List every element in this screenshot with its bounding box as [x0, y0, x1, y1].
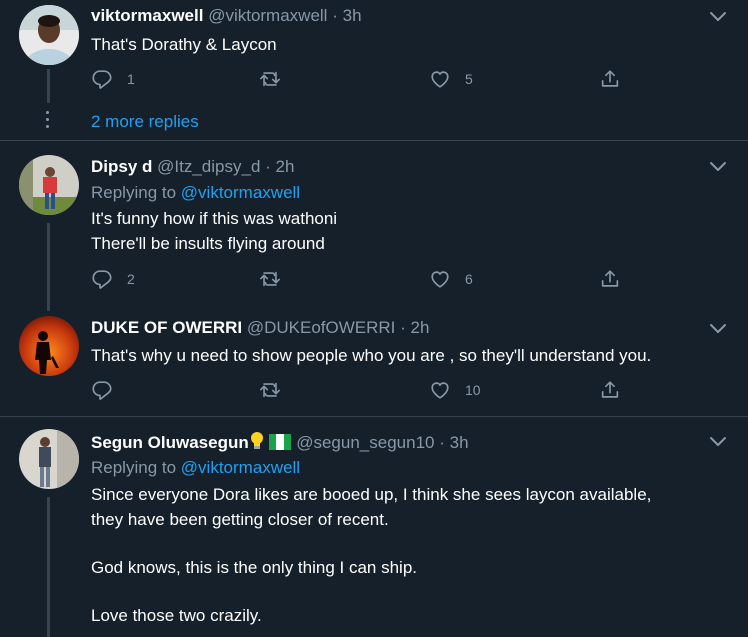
retweet-icon	[259, 268, 281, 290]
tweet-text: That's why u need to show people who you…	[91, 343, 651, 368]
bulb-emoji	[250, 432, 263, 449]
replying-to-mention[interactable]: @viktormaxwell	[181, 183, 300, 202]
share-button[interactable]	[599, 68, 621, 90]
like-count: 5	[465, 71, 473, 87]
like-icon	[429, 379, 451, 401]
more-replies-link[interactable]: 2 more replies	[91, 112, 199, 132]
like-button[interactable]: 5	[429, 68, 473, 90]
replying-to: Replying to @viktormaxwell	[91, 458, 300, 478]
tweet-line: they have been getting closer of recent.	[91, 510, 389, 529]
like-count: 6	[465, 271, 473, 287]
tweet-line: Love those two crazily.	[91, 606, 262, 625]
tweet-text: That's Dorathy & Laycon	[91, 32, 277, 57]
tweet-time[interactable]: 2h	[276, 157, 295, 176]
tweet-viktormaxwell[interactable]: viktormaxwell @viktormaxwell · 3h That's…	[0, 0, 748, 140]
like-button[interactable]: 6	[429, 268, 473, 290]
tweet-line: There'll be insults flying around	[91, 234, 325, 253]
avatar[interactable]	[19, 155, 79, 215]
thread-line	[47, 69, 50, 103]
tweet-dipsy-d[interactable]: Dipsy d @Itz_dipsy_d · 2h Replying to @v…	[0, 141, 748, 311]
reply-button[interactable]	[91, 379, 127, 401]
tweet-header: Segun Oluwasegun @segun_segun10 · 3h	[91, 431, 469, 453]
like-button[interactable]: 10	[429, 379, 481, 401]
author-name[interactable]: viktormaxwell	[91, 6, 203, 25]
share-icon	[599, 68, 621, 90]
avatar[interactable]	[19, 5, 79, 65]
tweet-time[interactable]: 3h	[450, 433, 469, 452]
chevron-down-icon[interactable]	[709, 436, 727, 448]
replying-to-mention[interactable]: @viktormaxwell	[181, 458, 300, 477]
tweet-header: viktormaxwell @viktormaxwell · 3h	[91, 6, 362, 26]
tweet-text: Since everyone Dora likes are booed up, …	[91, 482, 651, 628]
tweet-time[interactable]: 2h	[411, 318, 430, 337]
author-handle[interactable]: @viktormaxwell	[208, 6, 327, 25]
tweet-line: It's funny how if this was wathoni	[91, 209, 338, 228]
thread-more-dots	[46, 111, 50, 132]
chevron-down-icon[interactable]	[709, 161, 727, 173]
retweet-icon	[259, 68, 281, 90]
avatar[interactable]	[19, 316, 79, 376]
tweet-line: Since everyone Dora likes are booed up, …	[91, 485, 652, 504]
tweet-line: That's Dorathy & Laycon	[91, 35, 277, 54]
replying-to: Replying to @viktormaxwell	[91, 183, 300, 203]
author-name[interactable]: Segun Oluwasegun	[91, 433, 249, 452]
separator-dot: ·	[439, 433, 445, 452]
share-icon	[599, 268, 621, 290]
tweet-header: DUKE OF OWERRI @DUKEofOWERRI · 2h	[91, 318, 429, 338]
like-icon	[429, 268, 451, 290]
author-handle[interactable]: @Itz_dipsy_d	[157, 157, 260, 176]
nigeria-flag-emoji	[269, 434, 292, 450]
share-button[interactable]	[599, 268, 621, 290]
tweet-duke-of-owerri[interactable]: DUKE OF OWERRI @DUKEofOWERRI · 2h That's…	[0, 311, 748, 415]
author-handle[interactable]: @DUKEofOWERRI	[247, 318, 396, 337]
reply-count: 2	[127, 271, 135, 287]
reply-icon	[91, 379, 113, 401]
author-name[interactable]: Dipsy d	[91, 157, 152, 176]
reply-button[interactable]: 1	[91, 68, 135, 90]
tweet-actions: 10	[91, 379, 631, 403]
thread-line	[47, 223, 50, 311]
chevron-down-icon[interactable]	[709, 11, 727, 23]
reply-icon	[91, 268, 113, 290]
replying-to-label: Replying to	[91, 183, 177, 202]
tweet-text: It's funny how if this was wathoni There'…	[91, 206, 337, 256]
retweet-button[interactable]	[259, 268, 295, 290]
author-handle[interactable]: @segun_segun10	[296, 433, 434, 452]
reply-icon	[91, 68, 113, 90]
retweet-button[interactable]	[259, 68, 295, 90]
avatar[interactable]	[19, 429, 79, 489]
tweet-actions: 1 5	[91, 68, 631, 92]
author-name[interactable]: DUKE OF OWERRI	[91, 318, 242, 337]
tweet-line: That's why u need to show people who you…	[91, 346, 652, 365]
separator-dot: ·	[265, 157, 271, 176]
retweet-icon	[259, 379, 281, 401]
tweet-header: Dipsy d @Itz_dipsy_d · 2h	[91, 157, 294, 177]
chevron-down-icon[interactable]	[709, 323, 727, 335]
reply-button[interactable]: 2	[91, 268, 135, 290]
thread-line	[47, 497, 50, 637]
tweet-time[interactable]: 3h	[343, 6, 362, 25]
separator-dot: ·	[400, 318, 406, 337]
reply-count: 1	[127, 71, 135, 87]
share-icon	[599, 379, 621, 401]
like-icon	[429, 68, 451, 90]
separator-dot: ·	[332, 6, 338, 25]
replying-to-label: Replying to	[91, 458, 177, 477]
share-button[interactable]	[599, 379, 621, 401]
like-count: 10	[465, 382, 481, 398]
tweet-actions: 2 6	[91, 268, 631, 292]
tweet-segun-oluwasegun[interactable]: Segun Oluwasegun @segun_segun10 · 3h Rep…	[0, 417, 748, 637]
retweet-button[interactable]	[259, 379, 295, 401]
tweet-line: God knows, this is the only thing I can …	[91, 558, 418, 577]
